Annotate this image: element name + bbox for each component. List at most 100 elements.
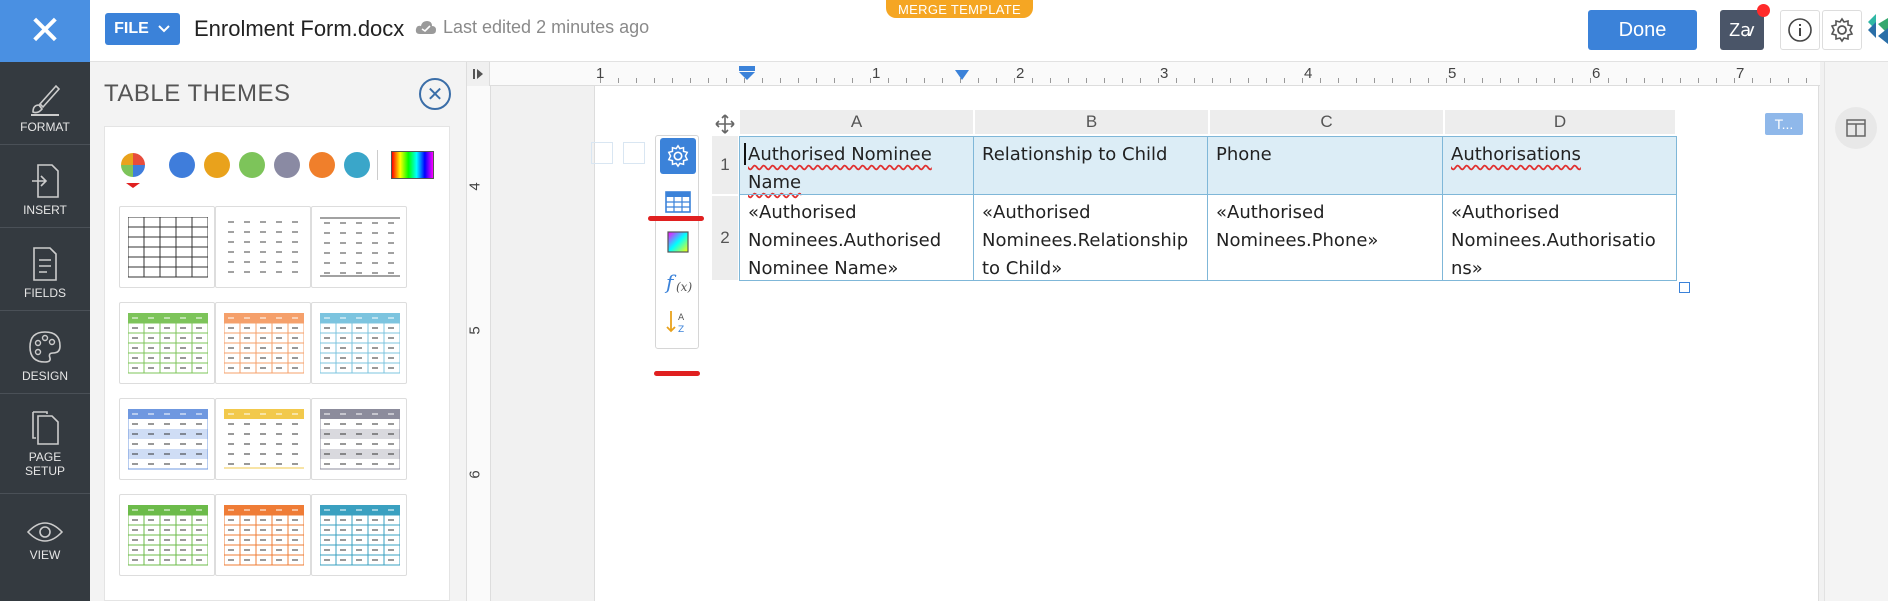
nav-insert[interactable]: INSERT: [0, 145, 90, 228]
table-cell[interactable]: Relationship to Child: [973, 136, 1208, 195]
table-cell[interactable]: Authorised Nominee Name: [739, 136, 974, 195]
indent-marker-left-icon[interactable]: [738, 66, 756, 82]
table-cell[interactable]: «Authorised Nominees.Authorisatio ns»: [1442, 194, 1677, 281]
theme-preview-icon: [224, 505, 304, 566]
themes-close-button[interactable]: ✕: [419, 78, 451, 110]
theme-card[interactable]: [311, 494, 407, 576]
column-header-d[interactable]: D: [1445, 110, 1675, 134]
ruler-tick: [726, 78, 727, 83]
done-button[interactable]: Done: [1588, 10, 1697, 50]
themes-panel-title: TABLE THEMES: [104, 80, 291, 107]
color-picker-icon[interactable]: [119, 151, 147, 189]
column-header-c[interactable]: C: [1210, 110, 1443, 134]
theme-card[interactable]: [311, 302, 407, 384]
info-icon: [1788, 18, 1812, 42]
color-swatch[interactable]: [239, 152, 265, 178]
ruler-tick: [690, 78, 691, 83]
row-header-2[interactable]: 2: [712, 196, 738, 280]
table-properties-button[interactable]: [660, 138, 696, 174]
table-resize-handle[interactable]: [1679, 282, 1690, 293]
nav-page-setup-label-2: SETUP: [24, 464, 65, 478]
nav-view[interactable]: VIEW: [0, 494, 90, 601]
info-button[interactable]: [1780, 10, 1820, 50]
ruler-tick: [906, 78, 907, 83]
ruler-tick: [654, 78, 655, 83]
nav-design[interactable]: DESIGN: [0, 311, 90, 394]
ruler-tick: [1284, 78, 1285, 83]
annotation-mark: [648, 216, 704, 221]
theme-card[interactable]: [215, 302, 311, 384]
nav-view-label: VIEW: [29, 548, 61, 562]
merge-template-tab[interactable]: MERGE TEMPLATE: [886, 0, 1033, 18]
color-swatch[interactable]: [309, 152, 335, 178]
theme-card[interactable]: [215, 206, 311, 288]
ruler-tick: [780, 78, 781, 83]
theme-card[interactable]: [311, 398, 407, 480]
cell-text: Authorised Nominee Name: [748, 144, 932, 193]
column-header-b[interactable]: B: [975, 110, 1208, 134]
formula-button[interactable]: f (x): [660, 264, 696, 300]
table-cell[interactable]: Phone: [1207, 136, 1443, 195]
add-row-ghost-button[interactable]: [591, 142, 613, 164]
ruler-tick: [1338, 78, 1339, 83]
ruler-label: 6: [1592, 65, 1601, 82]
nav-fields[interactable]: FIELDS: [0, 228, 90, 311]
theme-card[interactable]: [119, 398, 215, 480]
theme-card[interactable]: [119, 494, 215, 576]
table-move-icon[interactable]: [715, 114, 735, 134]
row-header-1[interactable]: 1: [712, 136, 738, 194]
theme-preview-icon: [228, 221, 298, 273]
table-cell[interactable]: Authorisations: [1442, 136, 1677, 195]
ruler-tick: [1608, 78, 1609, 83]
ruler-tick: [1680, 78, 1681, 83]
theme-card[interactable]: [215, 494, 311, 576]
ruler-tick: [1482, 78, 1483, 83]
settings-button[interactable]: [1822, 10, 1862, 50]
ruler-label: 4: [466, 182, 484, 191]
ruler-toggle[interactable]: [467, 62, 490, 86]
ruler-tick: [636, 78, 637, 83]
nav-format[interactable]: FORMAT: [0, 62, 90, 145]
vertical-ruler[interactable]: [467, 86, 491, 601]
table-cell[interactable]: «Authorised Nominees.Authorised Nominee …: [739, 194, 974, 281]
right-panel-toggle[interactable]: [1835, 107, 1877, 149]
theme-preview-icon: [320, 217, 400, 277]
ruler-label: 5: [466, 326, 484, 335]
ruler-tick: [1392, 78, 1393, 83]
cell-color-button[interactable]: [660, 224, 696, 260]
table-badge[interactable]: T...: [1765, 113, 1803, 135]
add-para-ghost-button[interactable]: [623, 142, 645, 164]
ruler-tick: [1248, 78, 1249, 83]
table-cell[interactable]: «Authorised Nominees.Phone»: [1207, 194, 1443, 281]
theme-card[interactable]: [119, 302, 215, 384]
fields-icon: [33, 247, 57, 281]
table-cell[interactable]: «Authorised Nominees.Relationship to Chi…: [973, 194, 1208, 281]
document-title[interactable]: Enrolment Form.docx: [194, 16, 404, 42]
ruler-tick: [1158, 78, 1159, 83]
color-swatch[interactable]: [344, 152, 370, 178]
apps-logo-icon[interactable]: [1868, 14, 1888, 46]
ruler-tick: [1212, 78, 1213, 83]
color-swatch[interactable]: [169, 152, 195, 178]
table-style-button[interactable]: [660, 184, 696, 220]
svg-text:Z: Z: [678, 325, 684, 335]
svg-text:A: A: [678, 313, 685, 323]
theme-card[interactable]: [119, 206, 215, 288]
indent-marker-right-icon[interactable]: [954, 68, 970, 82]
custom-gradient-swatch[interactable]: [391, 151, 434, 179]
file-menu-button[interactable]: FILE: [105, 13, 180, 45]
close-button[interactable]: ✕: [0, 0, 90, 62]
sort-button[interactable]: AZ: [660, 304, 696, 340]
ruler-tick: [1104, 78, 1105, 83]
insert-icon: [32, 164, 59, 198]
color-swatch[interactable]: [274, 152, 300, 178]
cell-text-line: ns»: [1451, 258, 1483, 279]
column-header-a[interactable]: A: [740, 110, 973, 134]
color-swatch[interactable]: [204, 152, 230, 178]
theme-preview-icon: [320, 313, 400, 374]
theme-card[interactable]: [311, 206, 407, 288]
nav-page-setup[interactable]: PAGE SETUP: [0, 394, 90, 494]
theme-card[interactable]: [215, 398, 311, 480]
review-button[interactable]: Zꜹ: [1720, 10, 1764, 50]
gradient-fill-icon: [667, 231, 689, 253]
